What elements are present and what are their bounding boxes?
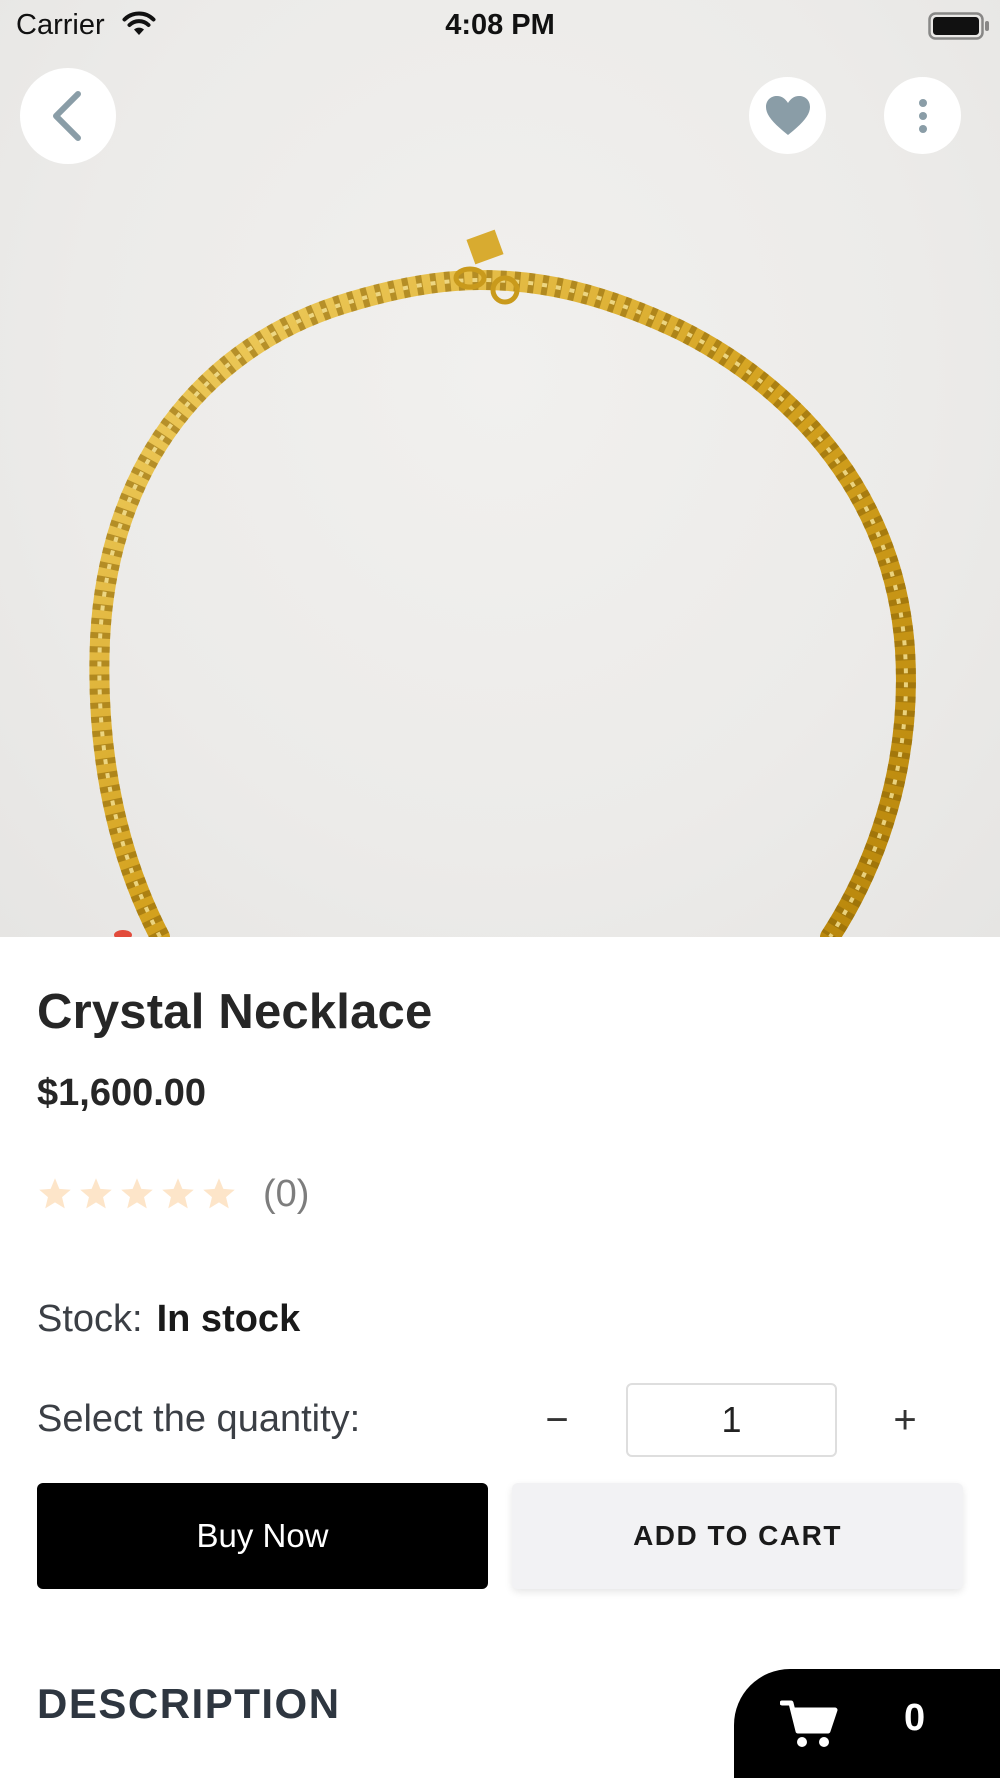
star-icon [121,1178,153,1209]
star-icon [203,1178,235,1209]
product-image[interactable] [0,0,1000,937]
chevron-left-icon [53,91,81,141]
cart-icon [780,1700,838,1747]
product-price: $1,600.00 [37,1072,207,1114]
status-bar: Carrier 4:08 PM [0,0,1000,52]
buy-now-button[interactable]: Buy Now [37,1483,488,1589]
review-count[interactable]: (0) [263,1173,309,1216]
more-options-button[interactable] [884,77,961,154]
cart-count-badge: 0 [904,1697,926,1739]
heart-icon [765,95,810,135]
back-button[interactable] [20,68,116,164]
more-vertical-icon [918,98,927,133]
cart-button[interactable]: 0 [734,1669,1000,1778]
clock: 4:08 PM [445,9,555,41]
necklace-photo [89,229,916,937]
quantity-label: Select the quantity: [37,1398,361,1440]
star-icon [39,1178,71,1209]
rating-stars[interactable] [37,1176,237,1212]
add-to-cart-button[interactable]: ADD TO CART [512,1483,963,1589]
stock-value: In stock [156,1298,301,1340]
description-heading: DESCRIPTION [37,1680,341,1727]
quantity-decrease-button[interactable]: − [530,1394,584,1446]
battery-icon [928,12,989,40]
quantity-increase-button[interactable]: + [878,1394,932,1446]
star-icon [80,1178,112,1209]
quantity-field[interactable]: 1 [626,1383,837,1457]
stock-label: Stock: [37,1298,143,1340]
product-title: Crystal Necklace [37,985,433,1039]
rating: (0) [37,1170,309,1218]
stock-status: Stock: In stock [37,1298,300,1341]
favorite-button[interactable] [749,77,826,154]
star-icon [162,1178,194,1209]
